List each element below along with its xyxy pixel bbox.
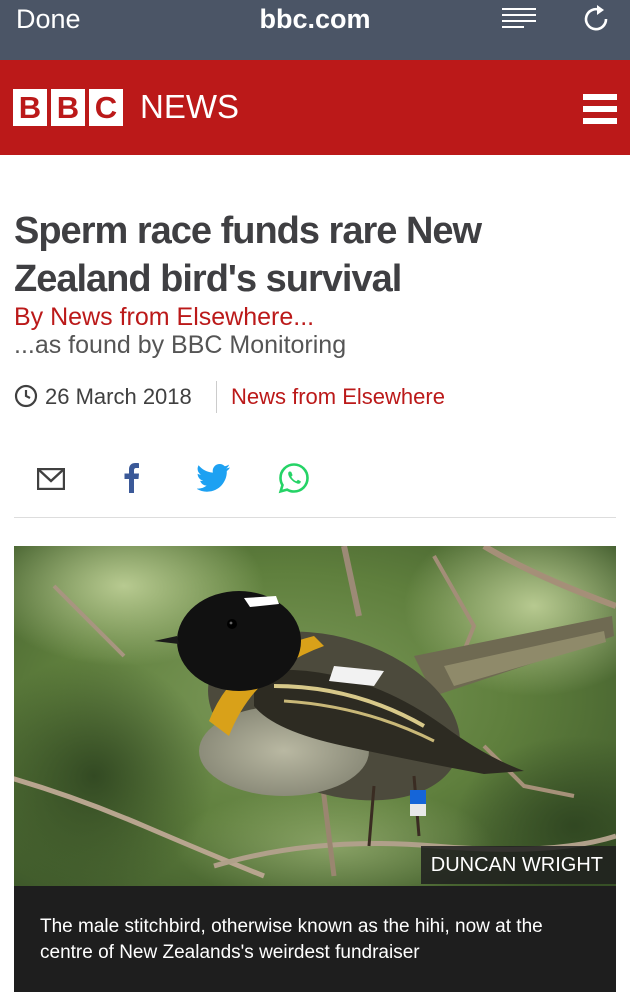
publish-date: 26 March 2018 [45, 384, 192, 409]
bbc-news-header: B B C NEWS [0, 60, 630, 155]
stitchbird-photo [14, 546, 616, 886]
meta-divider [216, 381, 217, 413]
twitter-icon[interactable] [197, 464, 231, 492]
article-headline: Sperm race funds rare New Zealand bird's… [14, 210, 482, 300]
byline: By News from Elsewhere... [14, 303, 315, 331]
logo-letter: B [51, 89, 85, 126]
facebook-icon[interactable] [122, 461, 140, 493]
news-wordmark[interactable]: NEWS [140, 86, 239, 128]
reader-mode-icon[interactable] [502, 6, 538, 32]
whatsapp-icon[interactable] [278, 462, 310, 494]
caption-text: The male stitchbird, otherwise known as … [40, 916, 543, 963]
share-tools [0, 458, 630, 498]
divider [14, 517, 616, 518]
bbc-logo[interactable]: B B C [13, 89, 123, 126]
browser-toolbar: Done bbc.com [0, 0, 630, 60]
clock-icon [14, 384, 38, 408]
hamburger-menu-icon[interactable] [583, 94, 617, 124]
email-icon[interactable] [37, 468, 65, 490]
logo-letter: C [89, 89, 123, 126]
section-link[interactable]: News from Elsewhere [231, 382, 445, 412]
article-image[interactable]: DUNCAN WRIGHT [14, 546, 616, 886]
photo-credit: DUNCAN WRIGHT [420, 846, 616, 884]
reload-icon[interactable] [582, 4, 612, 34]
logo-letter: B [13, 89, 47, 126]
byline-subtitle: ...as found by BBC Monitoring [14, 331, 347, 359]
image-caption: The male stitchbird, otherwise known as … [14, 886, 616, 992]
